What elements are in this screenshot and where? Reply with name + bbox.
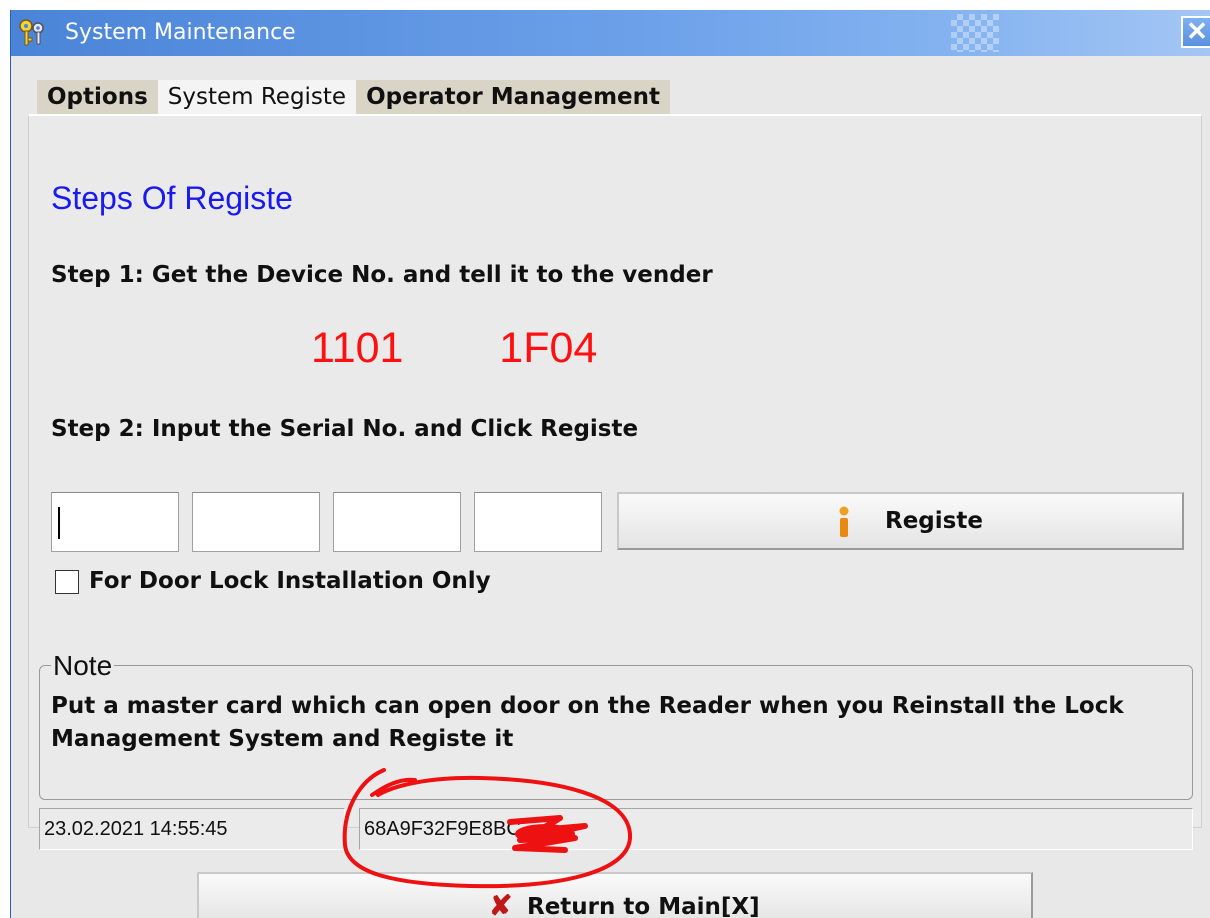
window-title: System Maintenance <box>65 20 296 45</box>
note-text: Put a master card which can open door on… <box>51 693 1124 752</box>
text-caret <box>58 507 60 539</box>
close-button[interactable]: ✕ <box>1181 16 1210 48</box>
keys-icon <box>19 19 44 46</box>
serial-input-2[interactable] <box>192 492 320 552</box>
info-icon <box>839 506 849 537</box>
x-icon: ✘ <box>489 890 513 918</box>
registe-button-label: Registe <box>885 508 983 534</box>
note-legend: Note <box>51 650 115 682</box>
return-to-main-label: Return to Main[X] <box>527 894 760 918</box>
status-datetime: 23.02.2021 14:55:45 <box>39 808 345 850</box>
tab-operator-management[interactable]: Operator Management <box>356 80 671 114</box>
serial-input-1[interactable] <box>51 492 179 552</box>
title-bar[interactable]: System Maintenance ✕ <box>11 10 1210 56</box>
door-lock-checkbox[interactable] <box>55 570 79 594</box>
device-number: 1101 1F04 <box>311 324 598 372</box>
step-2-text: Step 2: Input the Serial No. and Click R… <box>51 416 639 442</box>
serial-input-4[interactable] <box>474 492 602 552</box>
tab-options[interactable]: Options <box>37 80 158 114</box>
close-icon: ✕ <box>1186 16 1208 46</box>
return-to-main-button[interactable]: ✘ Return to Main[X] <box>197 872 1033 918</box>
serial-input-3[interactable] <box>333 492 461 552</box>
system-maintenance-window: System Maintenance ✕ Options System Regi… <box>10 10 1210 918</box>
door-lock-checkbox-label[interactable]: For Door Lock Installation Only <box>89 568 491 594</box>
title-bar-decoration <box>951 14 999 52</box>
registe-button[interactable]: Registe <box>617 492 1184 550</box>
tab-system-registe[interactable]: System Registe <box>157 80 357 114</box>
status-code: 68A9F32F9E8BC <box>359 808 1193 850</box>
step-1-text: Step 1: Get the Device No. and tell it t… <box>51 262 713 288</box>
page-title: Steps Of Registe <box>51 180 293 216</box>
tab-strip: Options System Registe Operator Manageme… <box>37 80 671 114</box>
